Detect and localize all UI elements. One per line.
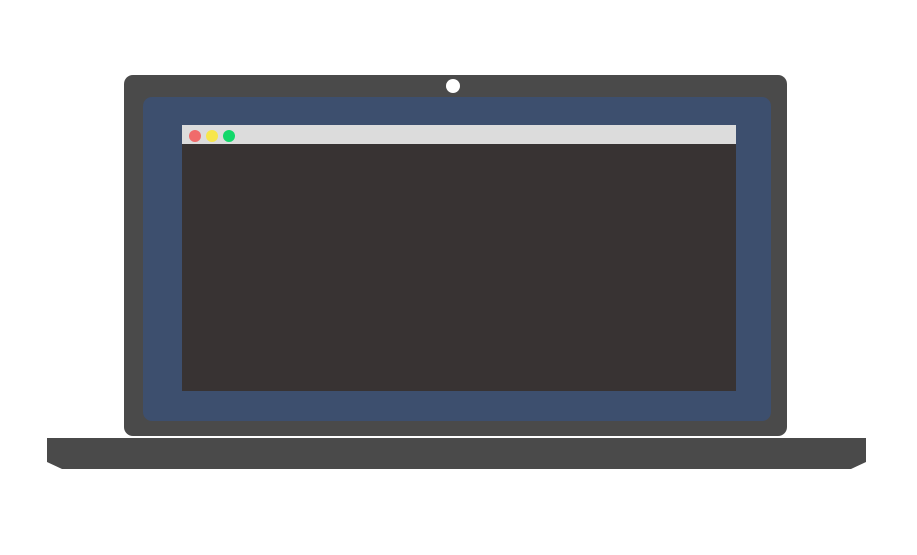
minimize-dot-icon[interactable] xyxy=(206,130,218,142)
app-window xyxy=(182,125,736,391)
laptop-base-shape xyxy=(47,438,866,469)
maximize-dot-icon[interactable] xyxy=(223,130,235,142)
window-content xyxy=(182,144,736,391)
close-dot-icon[interactable] xyxy=(189,130,201,142)
laptop-base xyxy=(47,438,866,469)
laptop-illustration xyxy=(0,0,917,555)
webcam-icon xyxy=(446,79,460,93)
window-titlebar xyxy=(182,125,736,144)
